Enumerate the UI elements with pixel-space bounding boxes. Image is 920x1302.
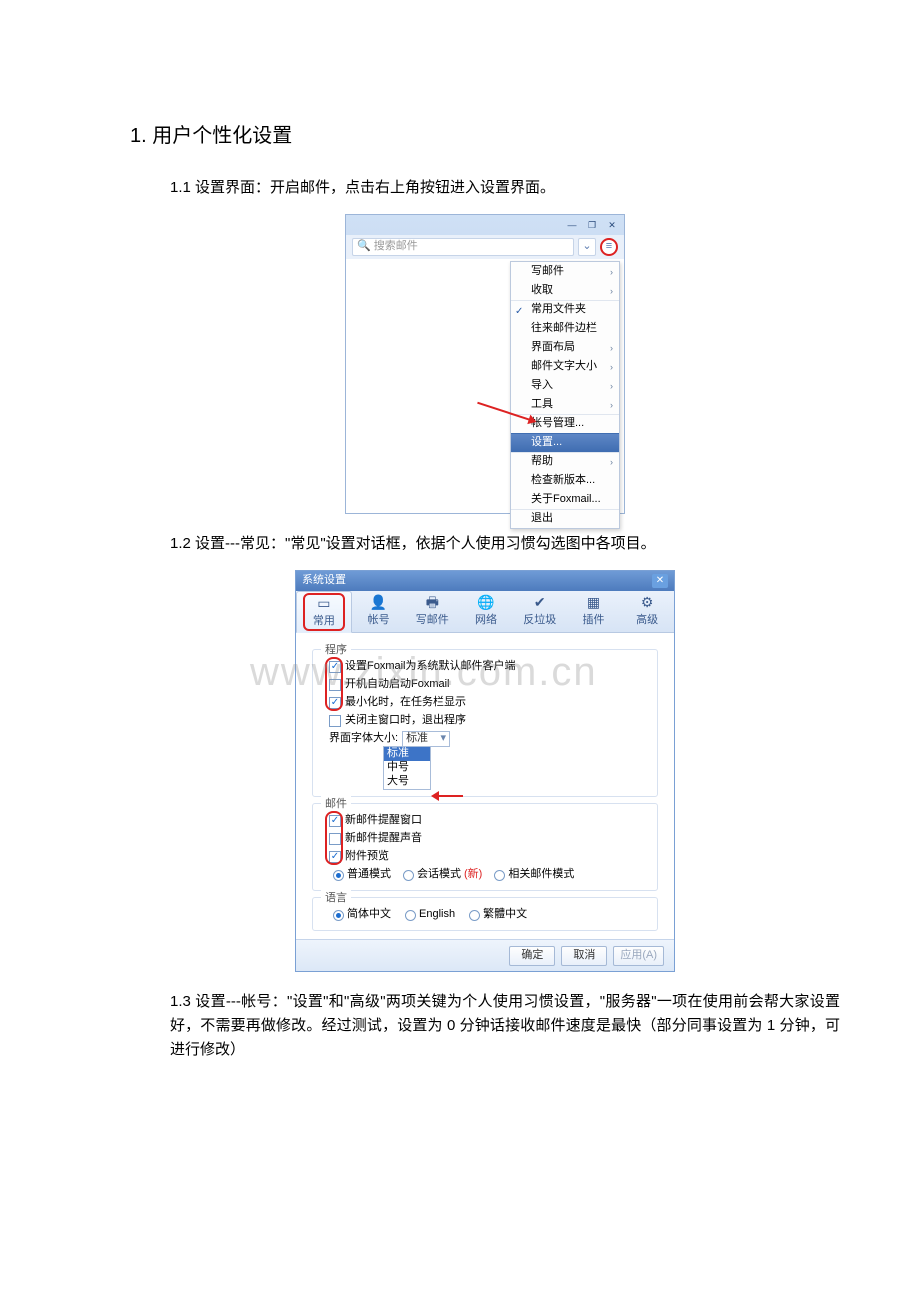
radio [469,910,480,921]
radio [333,910,344,921]
screenshot-mail-menu: — ❐ ✕ 🔍 搜索邮件 ⌄ ≡ 写邮件›收取›✓常用文件夹往来邮件边栏界面布局… [345,214,625,514]
step-1-3: 1.3 设置---帐号："设置"和"高级"两项关键为个人使用习惯设置，"服务器"… [170,990,840,1062]
radio-option[interactable]: 相关邮件模式 [494,866,574,884]
tab-icon: ▭ [315,594,333,612]
search-input[interactable]: 🔍 搜索邮件 [352,238,574,256]
chevron-right-icon: › [610,379,613,393]
settings-dropdown: 写邮件›收取›✓常用文件夹往来邮件边栏界面布局›邮件文字大小›导入›工具›帐号管… [510,261,620,529]
tab-icon: 🖶 [423,593,441,611]
settings-tab-strip: ▭常用👤帐号🖶写邮件🌐网络✔反垃圾▦插件⚙高级 [296,591,674,633]
restore-icon[interactable]: ❐ [584,219,600,231]
chevron-right-icon: › [610,265,613,279]
menu-item[interactable]: 界面布局› [511,338,619,357]
font-size-dropdown[interactable]: 标准中号大号 [383,746,431,790]
menu-item[interactable]: 工具› [511,395,619,414]
collapse-button[interactable]: ⌄ [578,238,596,256]
tab-icon: 👤 [370,593,388,611]
menu-item[interactable]: 收取› [511,281,619,300]
cancel-button[interactable]: 取消 [561,946,607,966]
menu-item[interactable]: 关于Foxmail... [511,490,619,509]
checkbox[interactable] [329,715,341,727]
chevron-right-icon: › [610,360,613,374]
check-icon: ✓ [515,304,523,320]
chevron-right-icon: › [610,455,613,469]
tab-icon: 🌐 [477,593,495,611]
menu-item[interactable]: 邮件文字大小› [511,357,619,376]
annotation-arrow [433,795,463,797]
checkbox-row: ✓附件预览 [323,848,647,866]
radio-option[interactable]: 繁體中文 [469,906,527,924]
menu-item[interactable]: 写邮件› [511,262,619,281]
checkbox-row: 开机自动启动Foxmail [323,676,647,694]
tab-icon: ▦ [584,593,602,611]
chevron-right-icon: › [610,284,613,298]
apply-button[interactable]: 应用(A) [613,946,664,966]
checkbox-row: 新邮件提醒声音 [323,830,647,848]
menu-item[interactable]: 退出 [511,509,619,528]
radio [403,870,414,881]
dialog-title: 系统设置 [302,572,346,590]
tab-高级[interactable]: ⚙高级 [620,591,674,632]
chevron-right-icon: › [610,398,613,412]
tab-反垃圾[interactable]: ✔反垃圾 [513,591,567,632]
checkbox-row: 关闭主窗口时，退出程序 [323,712,647,730]
menu-item[interactable]: 往来邮件边栏 [511,319,619,338]
chevron-right-icon: › [610,341,613,355]
language-row: 简体中文 English 繁體中文 [323,906,647,924]
tab-icon: ✔ [531,593,549,611]
group-language: 语言 [321,890,351,908]
tab-插件[interactable]: ▦插件 [567,591,621,632]
annotation-circle [325,657,343,711]
radio [333,870,344,881]
menu-item[interactable]: 设置... [511,433,619,452]
ok-button[interactable]: 确定 [509,946,555,966]
radio [494,870,505,881]
tab-写邮件[interactable]: 🖶写邮件 [405,591,459,632]
menu-item[interactable]: 导入› [511,376,619,395]
minimize-icon[interactable]: — [564,219,580,231]
menu-item[interactable]: 检查新版本... [511,471,619,490]
tab-icon: ⚙ [638,593,656,611]
font-size-select[interactable]: 标准▾ [402,731,450,747]
tab-网络[interactable]: 🌐网络 [459,591,513,632]
checkbox-row: ✓设置Foxmail为系统默认邮件客户端 [323,658,647,676]
font-option[interactable]: 大号 [384,775,430,789]
close-icon[interactable]: ✕ [604,219,620,231]
radio-option[interactable]: 简体中文 [333,906,391,924]
step-1-1: 1.1 设置界面：开启邮件，点击右上角按钮进入设置界面。 [170,176,840,200]
checkbox-row: ✓新邮件提醒窗口 [323,812,647,830]
radio [405,910,416,921]
checkbox-row: ✓最小化时，在任务栏显示 [323,694,647,712]
menu-item[interactable]: ✓常用文件夹 [511,300,619,319]
menu-button[interactable]: ≡ [600,238,618,256]
annotation-circle [325,811,343,865]
tab-常用[interactable]: ▭常用 [296,591,352,633]
view-mode-row: 普通模式会话模式(新) 相关邮件模式 [323,866,647,884]
search-icon: 🔍 [357,238,371,256]
tab-帐号[interactable]: 👤帐号 [352,591,406,632]
step-1-2: 1.2 设置---常见："常见"设置对话框，依据个人使用习惯勾选图中各项目。 [170,532,840,556]
radio-option[interactable]: 会话模式(新) [403,866,482,884]
dialog-close-icon[interactable]: ✕ [652,574,668,588]
screenshot-settings-dialog: 系统设置 ✕ ▭常用👤帐号🖶写邮件🌐网络✔反垃圾▦插件⚙高级 程序 ✓设置Fox… [295,570,675,972]
radio-option[interactable]: 普通模式 [333,866,391,884]
menu-item[interactable]: 帮助› [511,452,619,471]
radio-option[interactable]: English [405,906,455,924]
section-heading: 1. 用户个性化设置 [130,120,840,152]
